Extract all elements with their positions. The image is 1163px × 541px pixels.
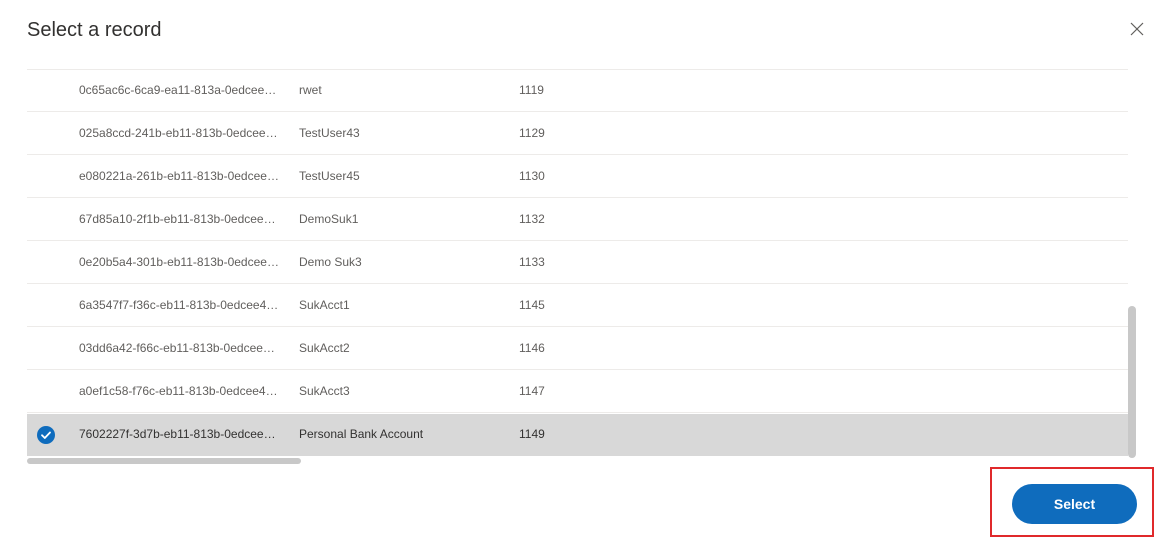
checkmark-icon[interactable] [37,426,55,444]
table-row[interactable]: 67d85a10-2f1b-eb11-813b-0edcee… DemoSuk1 1… [27,199,1128,241]
record-id: 7602227f-3d7b-eb11-813b-0edcee… [79,427,276,441]
record-name: Personal Bank Account [299,427,424,441]
record-number: 1130 [519,169,545,183]
table-row[interactable]: 0e20b5a4-301b-eb11-813b-0edcee… Demo Suk3… [27,242,1128,284]
record-id: 025a8ccd-241b-eb11-813b-0edcee… [79,126,278,140]
record-id: 6a3547f7-f36c-eb11-813b-0edcee4… [79,298,279,312]
record-number: 1133 [519,255,545,269]
record-name: DemoSuk1 [299,212,359,226]
record-id: 0e20b5a4-301b-eb11-813b-0edcee… [79,255,279,269]
table-row[interactable]: 03dd6a42-f66c-eb11-813b-0edcee… SukAcct2 1… [27,328,1128,370]
record-number: 1147 [519,384,545,398]
record-id: 67d85a10-2f1b-eb11-813b-0edcee… [79,212,276,226]
record-name: rwet [299,83,322,97]
record-name: Demo Suk3 [299,255,362,269]
records-table: 0c65ac6c-6ca9-ea11-813a-0edcee… rwet 1119 0… [27,69,1128,457]
record-id: 0c65ac6c-6ca9-ea11-813a-0edcee… [79,83,277,97]
close-icon [1130,22,1144,36]
table-row[interactable]: e080221a-261b-eb11-813b-0edcee… TestUser4… [27,156,1128,198]
select-button[interactable]: Select [1012,484,1137,524]
close-button[interactable] [1126,18,1148,40]
record-name: TestUser45 [299,169,360,183]
dialog-title: Select a record [27,19,162,41]
record-number: 1132 [519,212,545,226]
record-id: e080221a-261b-eb11-813b-0edcee… [79,169,279,183]
record-number: 1145 [519,298,545,312]
record-name: SukAcct2 [299,341,350,355]
horizontal-scrollbar[interactable] [27,458,301,464]
record-name: TestUser43 [299,126,360,140]
table-row[interactable]: 025a8ccd-241b-eb11-813b-0edcee… TestUser4… [27,113,1128,155]
table-row[interactable]: a0ef1c58-f76c-eb11-813b-0edcee4… SukAcct3… [27,371,1128,413]
table-row[interactable]: 6a3547f7-f36c-eb11-813b-0edcee4… SukAcct1… [27,285,1128,327]
record-id: a0ef1c58-f76c-eb11-813b-0edcee4… [79,384,278,398]
record-id: 03dd6a42-f66c-eb11-813b-0edcee… [79,341,275,355]
record-number: 1149 [519,427,545,441]
vertical-scrollbar[interactable] [1128,306,1136,458]
record-number: 1119 [519,83,544,97]
table-row[interactable]: 7602227f-3d7b-eb11-813b-0edcee… Personal … [27,414,1128,456]
table-row[interactable]: 0c65ac6c-6ca9-ea11-813a-0edcee… rwet 1119 [27,70,1128,112]
record-number: 1146 [519,341,545,355]
record-name: SukAcct1 [299,298,350,312]
record-number: 1129 [519,126,545,140]
record-name: SukAcct3 [299,384,350,398]
